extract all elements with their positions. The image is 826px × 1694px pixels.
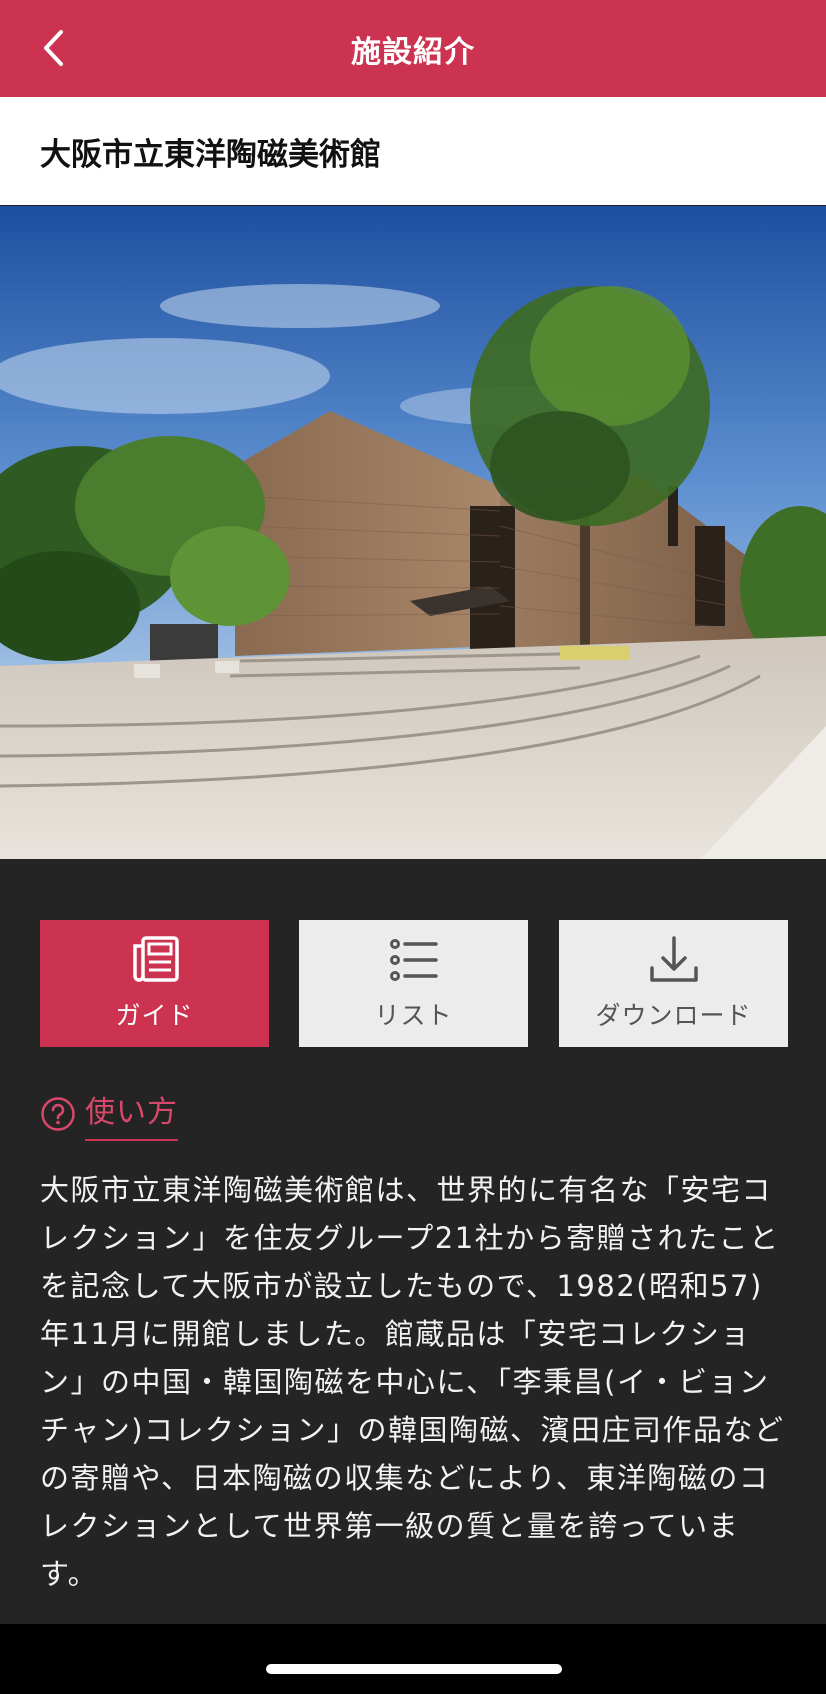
list-icon: [389, 938, 438, 981]
facility-photo: [0, 205, 826, 859]
newspaper-icon: [132, 935, 179, 982]
chevron-left-icon: [44, 30, 63, 66]
tab-list-label: リスト: [374, 1000, 453, 1030]
tab-download-label: ダウンロード: [595, 1000, 752, 1030]
tab-guide-label: ガイド: [115, 1000, 194, 1030]
download-icon: [649, 935, 698, 982]
facility-name: 大阪市立東洋陶磁美術館: [40, 136, 381, 173]
tab-bar: ガイド リスト ダウンロード: [40, 920, 788, 1047]
back-button[interactable]: [28, 22, 80, 74]
home-indicator: [266, 1664, 562, 1674]
tab-download[interactable]: ダウンロード: [559, 920, 788, 1047]
facility-description: 大阪市立東洋陶磁美術館は、世界的に有名な「安宅コレクション」を住友グループ21社…: [40, 1173, 785, 1591]
page-title: 施設紹介: [351, 34, 475, 70]
app-header: 施設紹介: [0, 0, 826, 97]
howto-label-wrap: 使い方: [85, 1087, 178, 1141]
question-circle-icon: [41, 1097, 75, 1131]
app-screen: 施設紹介 大阪市立東洋陶磁美術館 ガイド リスト ダウンロード 使い方 大阪市立…: [0, 0, 826, 1694]
facility-name-bar: 大阪市立東洋陶磁美術館: [0, 97, 826, 205]
bottom-safe-area: [0, 1624, 826, 1694]
howto-label: 使い方: [85, 1095, 178, 1130]
tab-list[interactable]: リスト: [299, 920, 528, 1047]
tab-guide[interactable]: ガイド: [40, 920, 269, 1047]
howto-link[interactable]: 使い方: [40, 1087, 178, 1141]
